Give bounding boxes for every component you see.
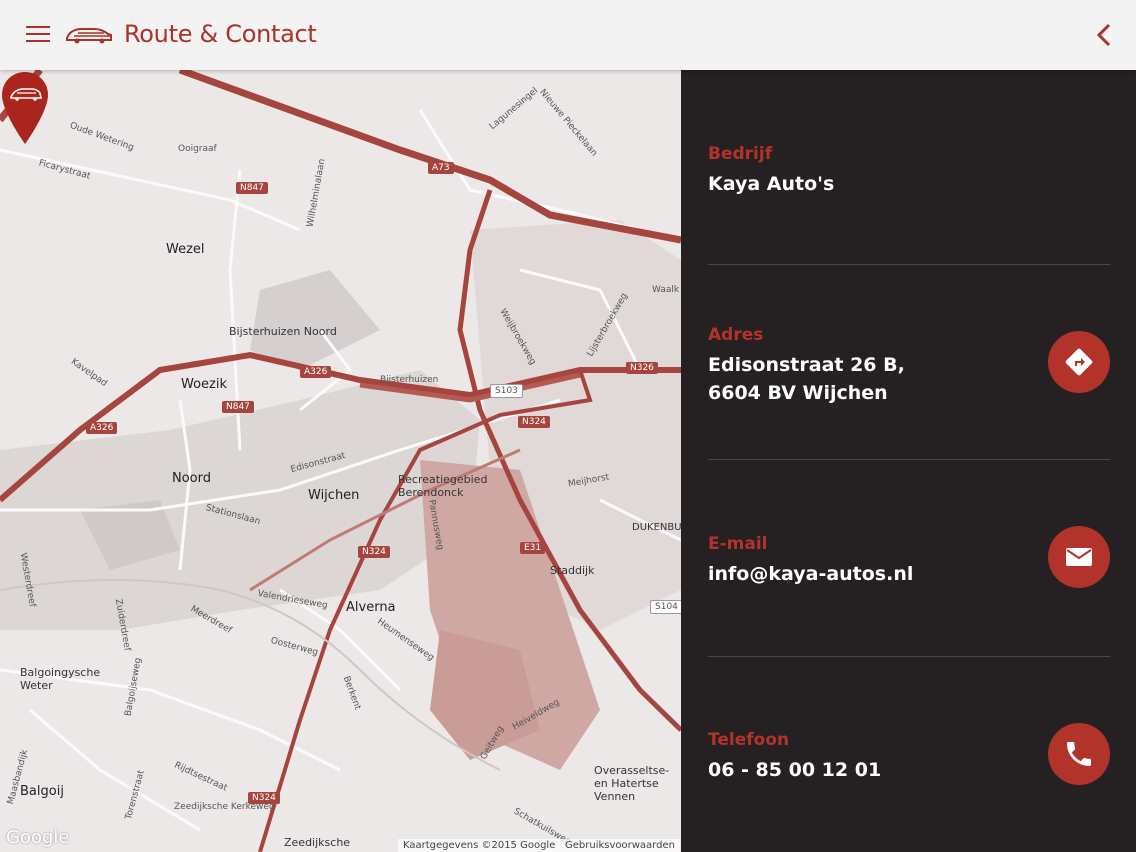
map-street: Waalk... [652,285,680,295]
menu-icon[interactable] [22,20,56,50]
road-shield: N324 [358,546,390,558]
map-place: Noord [172,471,211,486]
map-place: Wijchen [308,488,360,503]
road-shield: E31 [520,542,546,554]
map-place: Balgoingysche Weter [20,666,101,692]
divider [708,264,1110,265]
map-street: Bijsterhuizen [380,375,439,385]
map-place: Overasseltse- en Hatertse Vennen [594,764,670,803]
road-shield: N847 [222,401,254,413]
map-place: Woezik [181,377,228,392]
road-shield: A326 [300,366,332,378]
location-pin-icon[interactable] [0,70,50,146]
map-terms-link[interactable]: Gebruiksvoorwaarden [560,839,680,852]
page-title: Route & Contact [124,20,317,48]
map-place: Recreatiegebied Berendonck [398,473,488,499]
contact-panel: Bedrijf Kaya Auto's Adres Edisonstraat 2… [681,70,1136,852]
company-value: Kaya Auto's [708,173,835,195]
google-logo: Google [6,827,70,848]
call-button[interactable] [1048,723,1110,785]
map-place: Bijsterhuizen Noord [229,325,337,338]
map-street: Ooigraaf [178,144,217,154]
map-attribution: Kaartgegevens ©2015 Google [398,839,561,852]
road-shield: N847 [236,182,268,194]
divider [708,459,1110,460]
email-button[interactable] [1048,526,1110,588]
chevron-left-icon[interactable] [1090,20,1120,50]
company-section: Bedrijf Kaya Auto's [708,144,1110,198]
company-label: Bedrijf [708,144,773,164]
directions-icon [1065,348,1093,376]
phone-icon [1067,742,1091,766]
road-shield: N326 [626,362,658,374]
map-place: Staddijk [550,564,595,577]
directions-button[interactable] [1048,331,1110,393]
road-shield: A73 [428,162,454,174]
road-shield: A326 [86,422,118,434]
map-place: DUKENBU [632,522,681,533]
address-label: Adres [708,325,764,345]
road-shield: S104 [650,600,681,614]
map-view[interactable]: Wezel Woezik Noord Wijchen Alverna Balgo… [0,70,681,852]
map-place: Wezel [166,242,205,257]
map-place: Balgoij [20,784,64,799]
road-shield: N324 [248,792,280,804]
road-shield: N324 [518,416,550,428]
map-place: Alverna [346,600,396,615]
app-bar: Route & Contact [0,0,1136,70]
address-line2: 6604 BV Wijchen [708,382,888,404]
map-place: Zeedijksche [284,836,351,849]
car-logo-icon [66,28,112,44]
road-shield: S103 [490,384,523,398]
mail-icon [1066,548,1092,566]
divider [708,656,1110,657]
